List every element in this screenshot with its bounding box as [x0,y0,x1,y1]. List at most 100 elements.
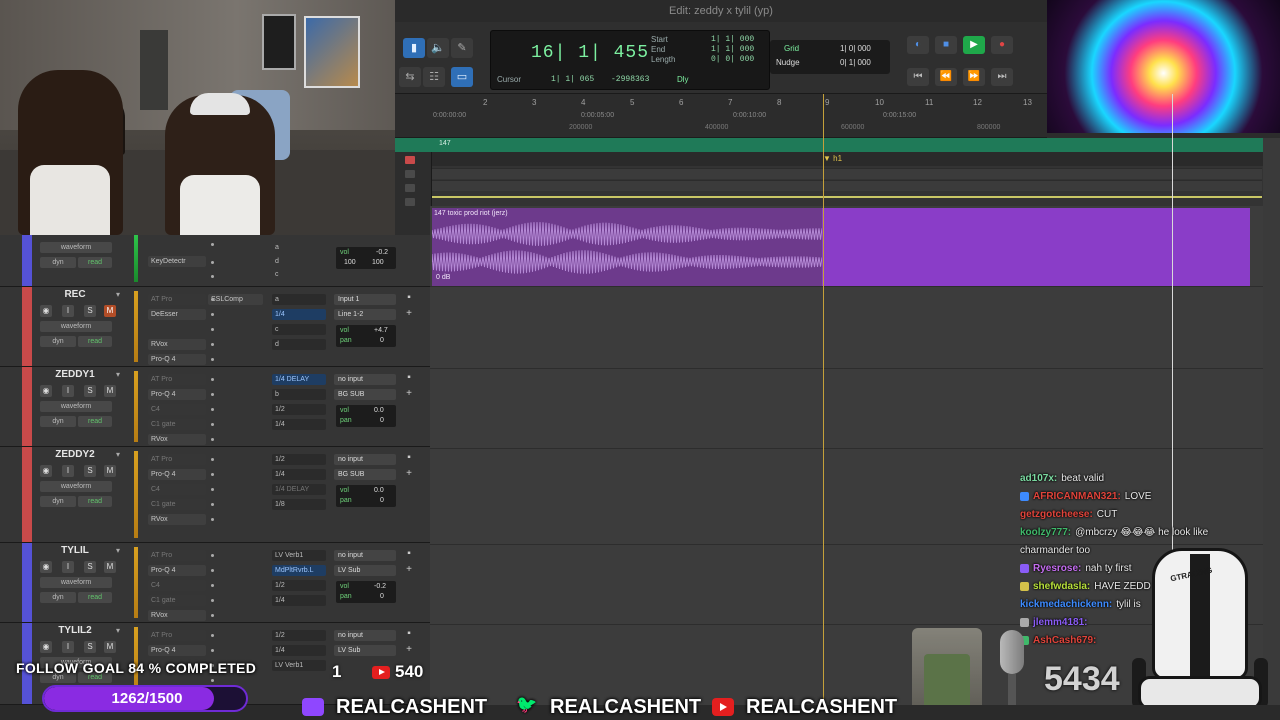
speaker-icon[interactable]: 🔈 [427,38,449,58]
insert-slot[interactable]: RVox [148,434,206,445]
send-slot[interactable]: 1/2 [272,454,326,465]
send-slot[interactable]: 1/4 [272,309,326,320]
vol-pan-box[interactable]: vol 0.0 pan 0 [336,485,396,507]
track-menu-icon[interactable]: ▾ [116,290,120,299]
insert-slot[interactable]: DeEsser [148,309,206,320]
view-selector[interactable]: waveform [40,577,112,588]
marker-ruler[interactable]: ▼ h1 [395,152,1263,166]
insert-slot[interactable]: AT Pro [148,454,206,465]
send-slot[interactable]: 1/2 [272,404,326,415]
insert-slot[interactable]: C4 [148,580,206,591]
dyn-button[interactable]: dyn [40,496,76,507]
mute-button[interactable]: M [104,305,116,317]
output-selector[interactable]: BG SUB [334,469,396,480]
output-selector[interactable]: Line 1-2 [334,309,396,320]
dyn-button[interactable]: dyn [40,592,76,603]
nudge-value[interactable]: 0| 1| 000 [840,58,871,67]
vol-pan-box[interactable]: vol -0.2 pan 0 [336,581,396,603]
send-a[interactable]: a [272,242,326,253]
audio-clip[interactable]: 147 toxic prod riot (jerz) 0 dB [432,208,822,286]
insert-slot[interactable]: C1 gate [148,595,206,606]
track-menu-icon[interactable]: ▾ [116,370,120,379]
send-slot[interactable]: 1/4 [272,419,326,430]
mute-button[interactable]: M [104,561,116,573]
send-slot[interactable]: 1/4 [272,645,326,656]
send-slot[interactable]: a [272,294,326,305]
insert-slot[interactable]: RVox [148,610,206,621]
send-slot[interactable]: 1/8 [272,499,326,510]
view-selector[interactable]: waveform [40,242,112,253]
insert-slot[interactable]: AT Pro [148,374,206,385]
input-monitor-button[interactable]: ◉ [40,465,52,477]
nudge-label[interactable]: Nudge [776,58,800,67]
vol-pan-box[interactable]: vol +4.7 pan 0 [336,325,396,347]
track-name[interactable]: REC [40,289,110,300]
solo-button[interactable]: S [84,641,96,653]
link-icon[interactable]: ⇆ [399,67,421,87]
track-name[interactable]: TYLIL2 [40,625,110,636]
send-d[interactable]: d [272,256,326,267]
send-slot[interactable]: MdPltRvrb.L [272,565,326,576]
insert-slot[interactable]: AT Pro [148,550,206,561]
zoom-tool-icon[interactable]: ▮ [403,38,425,58]
grid-value[interactable]: 1| 0| 000 [840,44,871,53]
rewind-icon[interactable]: ⏪ [935,68,957,86]
stop-icon[interactable]: ■ [935,36,957,54]
track-name[interactable]: ZEDDY2 [40,449,110,460]
audio-clip-selected[interactable] [822,208,1250,286]
window-mode-icon[interactable]: ▭ [451,67,473,87]
read-button[interactable]: read [78,592,112,603]
read-button[interactable]: read [78,496,112,507]
dyn-button[interactable]: dyn [40,257,76,268]
insert-slot-b[interactable]: SSLComp [208,294,263,305]
send-slot[interactable]: 1/2 [272,580,326,591]
solo-safe-button[interactable]: I [62,385,74,397]
input-monitor-button[interactable]: ◉ [40,641,52,653]
read-button[interactable]: read [78,257,112,268]
track-menu-icon[interactable]: ▾ [116,546,120,555]
solo-button[interactable]: S [84,561,96,573]
input-selector[interactable]: no input [334,454,396,465]
output-selector[interactable]: LV Sub [334,645,396,656]
grid-label[interactable]: Grid [784,44,799,53]
solo-safe-button[interactable]: I [62,641,74,653]
solo-safe-button[interactable]: I [62,561,74,573]
vol-pan-top[interactable]: vol -0.2 100 100 [336,247,396,269]
send-slot[interactable]: 1/4 DELAY [272,374,326,385]
input-monitor-button[interactable]: ◉ [40,385,52,397]
track-menu-icon[interactable]: ▾ [116,626,120,635]
send-slot[interactable]: LV Verb1 [272,550,326,561]
input-monitor-button[interactable]: ◉ [40,305,52,317]
mute-button[interactable]: M [104,385,116,397]
collapse-icon[interactable]: ▪ [404,453,414,463]
insert-slot[interactable]: RVox [148,514,206,525]
send-slot[interactable]: 1/4 DELAY [272,484,326,495]
marker-h1[interactable]: ▼ h1 [823,154,842,163]
send-slot[interactable]: c [272,324,326,335]
track-name[interactable]: ZEDDY1 [40,369,110,380]
read-button[interactable]: read [78,416,112,427]
solo-button[interactable]: S [84,305,96,317]
grid-mode-icon[interactable]: ☷ [423,67,445,87]
playhead[interactable] [823,94,824,705]
collapse-icon[interactable]: ▪ [404,629,414,639]
send-slot[interactable]: 1/4 [272,469,326,480]
record-icon[interactable]: ● [991,36,1013,54]
read-button[interactable]: read [78,336,112,347]
add-icon[interactable]: + [404,565,414,575]
add-icon[interactable]: + [404,389,414,399]
insert-slot[interactable]: C4 [148,484,206,495]
length-value[interactable]: 0| 0| 000 [711,55,754,64]
send-slot[interactable]: 1/2 [272,630,326,641]
fast-forward-icon[interactable]: ⏩ [963,68,985,86]
insert-slot[interactable]: C1 gate [148,419,206,430]
dyn-button[interactable]: dyn [40,336,76,347]
input-selector[interactable]: no input [334,374,396,385]
add-icon[interactable]: + [404,645,414,655]
send-slot[interactable]: d [272,339,326,350]
play-icon[interactable]: ▶ [963,36,985,54]
collapse-icon[interactable]: ▪ [404,549,414,559]
collapse-icon[interactable]: ▪ [404,293,414,303]
insert-slot[interactable]: C4 [148,404,206,415]
insert-slot[interactable]: RVox [148,339,206,350]
